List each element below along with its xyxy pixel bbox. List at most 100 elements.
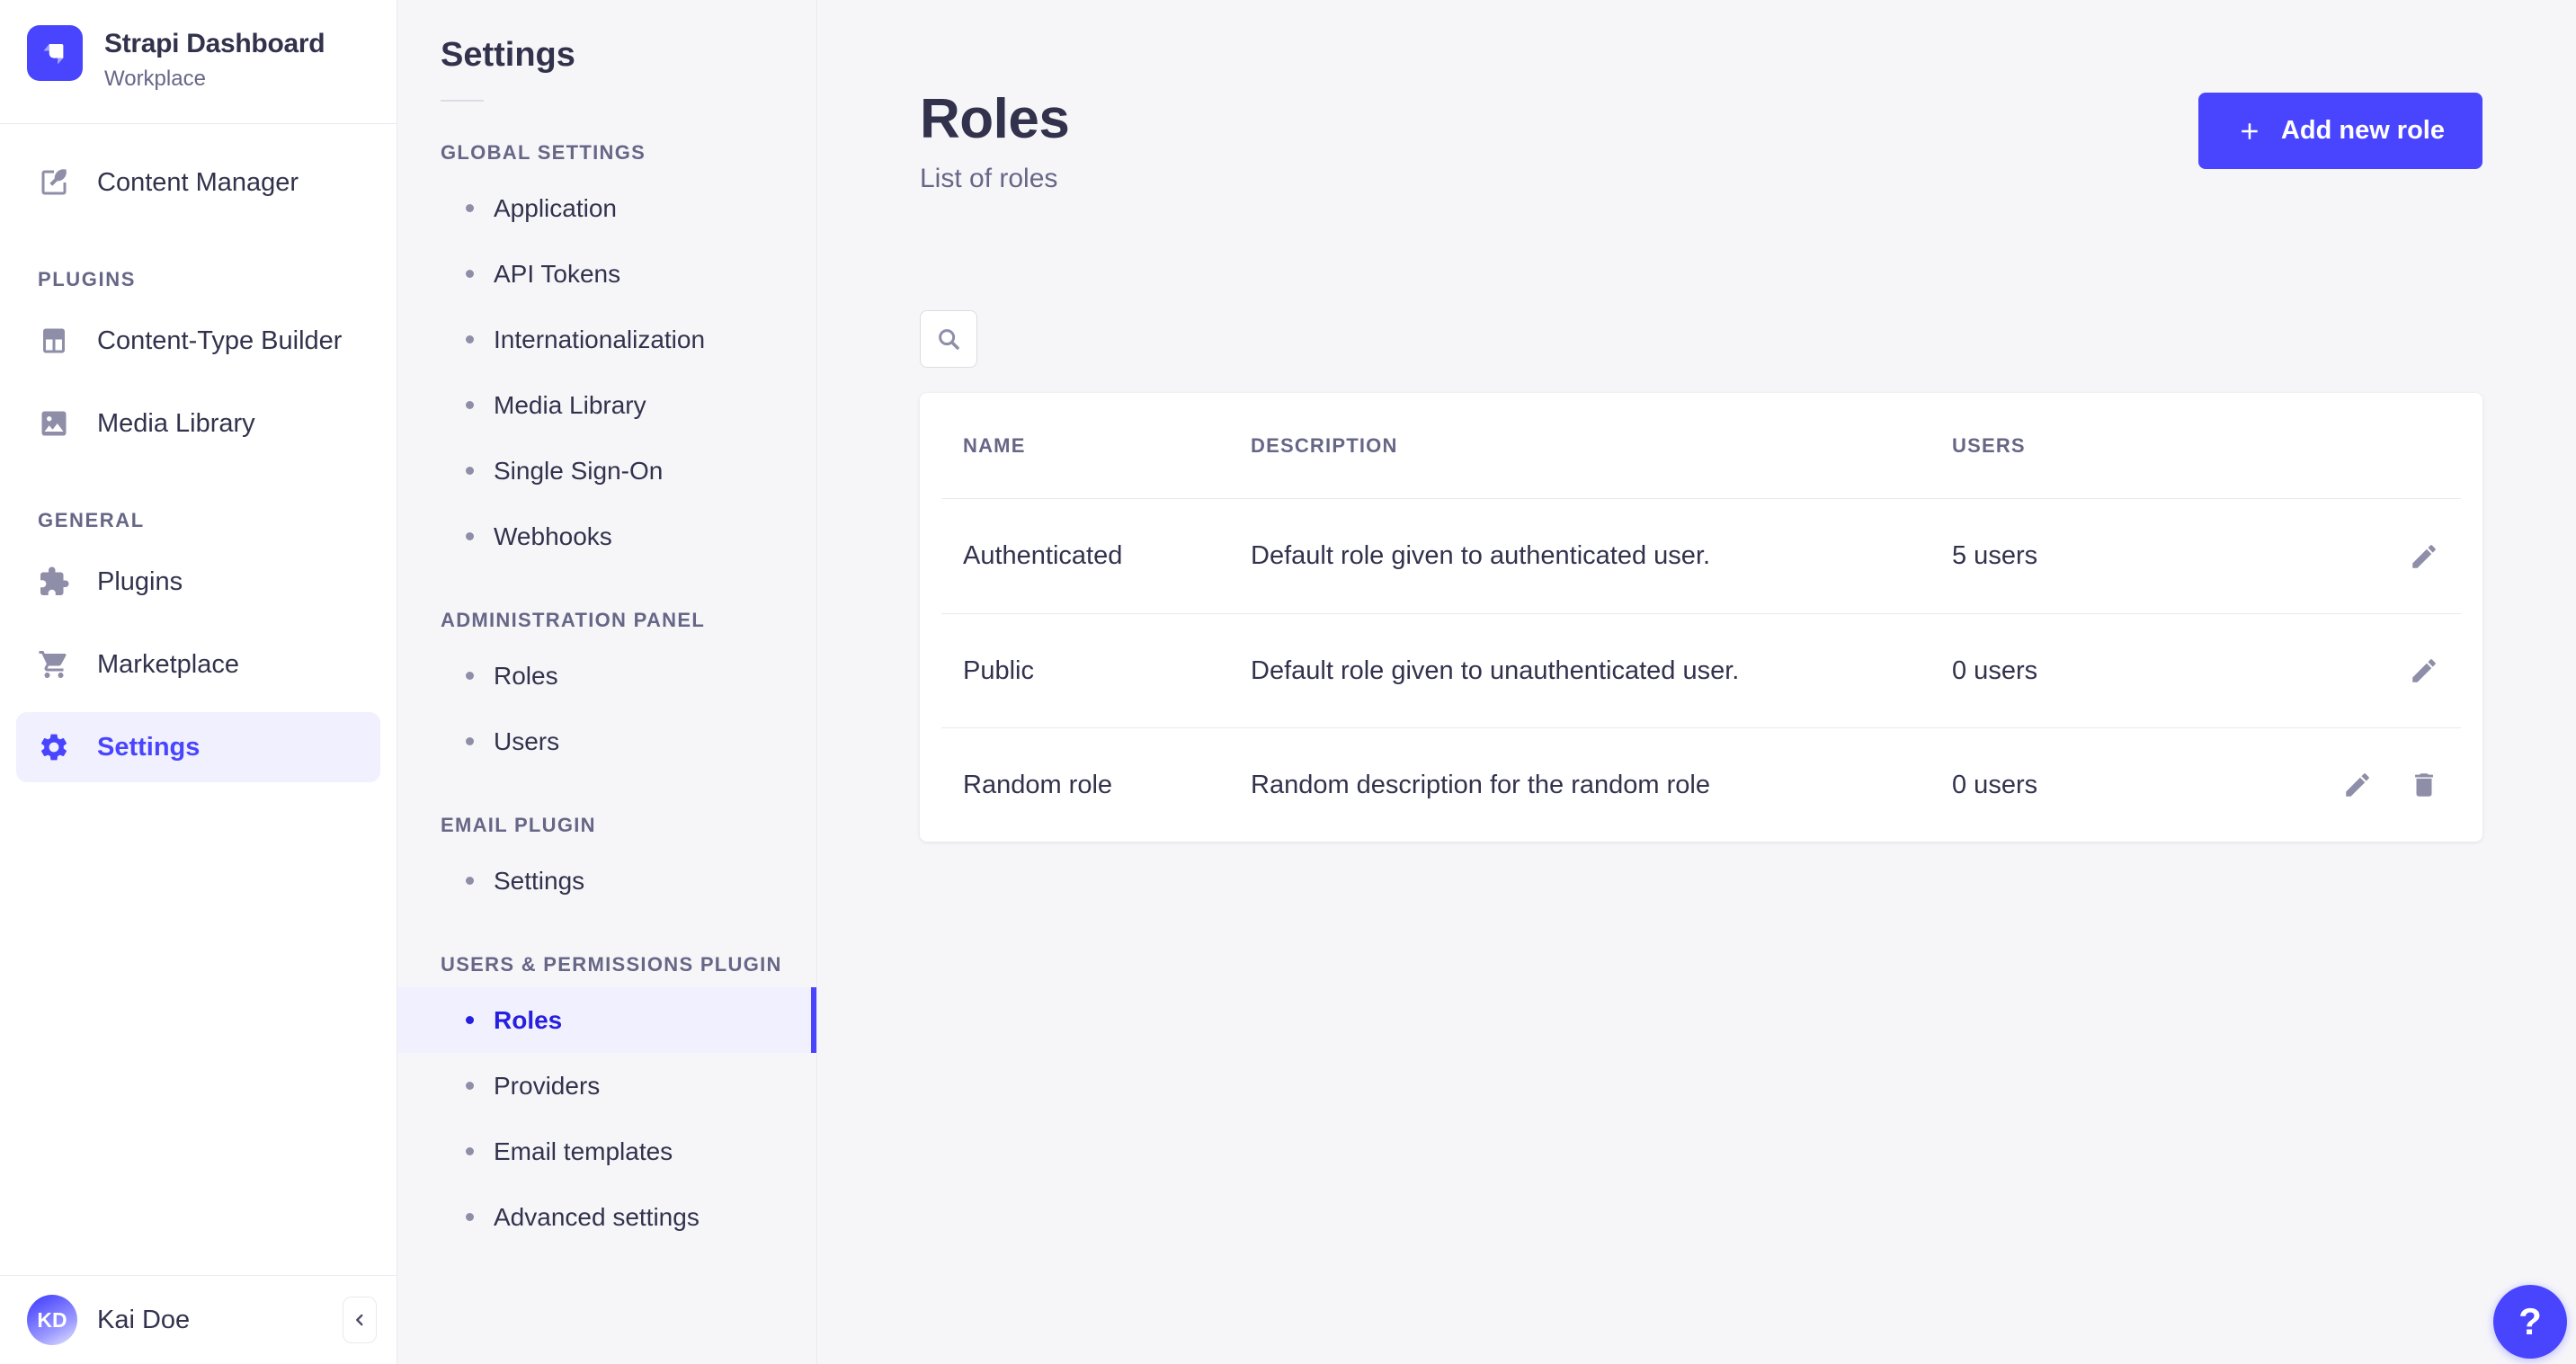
delete-role-button[interactable] (2409, 770, 2439, 800)
subnav-item-label: Email templates (494, 1137, 673, 1166)
subnav-item-label: Media Library (494, 391, 646, 420)
main-sidebar: Strapi Dashboard Workplace Content Manag… (0, 0, 397, 1364)
subnav-item-api-tokens[interactable]: API Tokens (397, 241, 816, 307)
role-description: Default role given to unauthenticated us… (1251, 656, 1952, 686)
role-name: Random role (963, 771, 1251, 800)
pencil-icon (2409, 541, 2439, 572)
search-button[interactable] (920, 310, 977, 368)
role-description: Random description for the random role (1251, 771, 1952, 800)
sidebar-item-plugins[interactable]: Plugins (16, 547, 380, 617)
add-new-role-button[interactable]: Add new role (2198, 93, 2482, 169)
strapi-dashboard: Strapi Dashboard Workplace Content Manag… (0, 0, 2576, 1364)
subnav-item-internationalization[interactable]: Internationalization (397, 307, 816, 372)
table-row[interactable]: Public Default role given to unauthentic… (941, 613, 2461, 727)
column-header-name: NAME (963, 434, 1251, 458)
row-actions (2321, 655, 2439, 686)
subnav-item-up-roles[interactable]: Roles (397, 987, 816, 1053)
subnav-item-label: Application (494, 194, 617, 223)
sidebar-item-label: Content-Type Builder (97, 326, 342, 356)
sidebar-item-marketplace[interactable]: Marketplace (16, 629, 380, 700)
help-button[interactable]: ? (2493, 1285, 2567, 1359)
role-description: Default role given to authenticated user… (1251, 541, 1952, 571)
page-title: Roles (920, 90, 1069, 149)
brand: Strapi Dashboard Workplace (0, 0, 397, 92)
strapi-logo-icon (27, 25, 83, 81)
section-label: GLOBAL SETTINGS (441, 141, 816, 165)
sidebar-item-label: Settings (97, 733, 200, 762)
main-nav: Content Manager PLUGINS Content-Type Bui… (0, 124, 397, 782)
pencil-icon (2342, 770, 2373, 800)
sidebar-item-label: Content Manager (97, 168, 299, 198)
column-header-users: USERS (1952, 434, 2321, 458)
sub-sidebar-title: Settings (441, 36, 816, 75)
collapse-sidebar-button[interactable] (343, 1297, 377, 1343)
role-users-count: 0 users (1952, 771, 2321, 800)
section-administration-panel: ADMINISTRATION PANEL Roles Users (397, 609, 816, 774)
edit-role-button[interactable] (2409, 541, 2439, 572)
puzzle-icon (38, 566, 70, 598)
subnav-item-label: Internationalization (494, 325, 705, 354)
sidebar-item-label: Plugins (97, 567, 183, 597)
table-row[interactable]: Random role Random description for the r… (941, 727, 2461, 842)
sidebar-item-settings[interactable]: Settings (16, 712, 380, 782)
sidebar-item-content-type-builder[interactable]: Content-Type Builder (16, 306, 380, 376)
table-header-row: NAME DESCRIPTION USERS (941, 393, 2461, 499)
subnav-item-providers[interactable]: Providers (397, 1053, 816, 1119)
section-label: EMAIL PLUGIN (441, 814, 816, 837)
page-subtitle: List of roles (920, 160, 1069, 198)
role-name: Public (963, 656, 1251, 686)
subnav-item-label: Single Sign-On (494, 457, 663, 486)
section-label: USERS & PERMISSIONS PLUGIN (441, 953, 816, 976)
subnav-item-label: Providers (494, 1072, 600, 1101)
subnav-item-webhooks[interactable]: Webhooks (397, 504, 816, 569)
chevron-left-icon (350, 1310, 370, 1330)
settings-sub-sidebar: Settings GLOBAL SETTINGS Application API… (397, 0, 817, 1364)
image-icon (38, 407, 70, 440)
question-mark-icon: ? (2518, 1300, 2542, 1343)
user-name: Kai Doe (97, 1306, 190, 1335)
table-row[interactable]: Authenticated Default role given to auth… (941, 499, 2461, 613)
plus-icon (2236, 118, 2263, 145)
section-global-settings: GLOBAL SETTINGS Application API Tokens I… (397, 141, 816, 569)
sidebar-item-label: Marketplace (97, 650, 239, 680)
sidebar-item-content-manager[interactable]: Content Manager (16, 147, 380, 218)
search-icon (935, 325, 962, 352)
section-label: ADMINISTRATION PANEL (441, 609, 816, 632)
add-new-role-label: Add new role (2281, 116, 2445, 146)
roles-table-inner: NAME DESCRIPTION USERS Authenticated Def… (941, 393, 2461, 842)
brand-text: Strapi Dashboard Workplace (104, 25, 325, 92)
subnav-item-email-templates[interactable]: Email templates (397, 1119, 816, 1184)
role-users-count: 5 users (1952, 541, 2321, 571)
app-title: Strapi Dashboard (104, 29, 325, 59)
roles-table: NAME DESCRIPTION USERS Authenticated Def… (920, 393, 2482, 842)
sidebar-item-media-library[interactable]: Media Library (16, 388, 380, 459)
trash-icon (2409, 770, 2439, 800)
edit-role-button[interactable] (2409, 655, 2439, 686)
role-name: Authenticated (963, 541, 1251, 571)
sidebar-footer: KD Kai Doe (0, 1275, 397, 1364)
page-title-block: Roles List of roles (920, 90, 1069, 198)
subnav-item-media-library[interactable]: Media Library (397, 372, 816, 438)
subnav-item-email-settings[interactable]: Settings (397, 848, 816, 914)
edit-role-button[interactable] (2342, 770, 2373, 800)
row-actions (2321, 541, 2439, 572)
subnav-item-label: Roles (494, 1006, 562, 1035)
subnav-item-admin-roles[interactable]: Roles (397, 643, 816, 709)
subnav-item-label: API Tokens (494, 260, 620, 289)
user-menu[interactable]: KD Kai Doe (0, 1276, 397, 1364)
subnav-item-label: Users (494, 727, 559, 756)
subnav-item-admin-users[interactable]: Users (397, 709, 816, 774)
role-users-count: 0 users (1952, 656, 2321, 686)
subnav-item-label: Roles (494, 662, 558, 691)
subnav-item-single-sign-on[interactable]: Single Sign-On (397, 438, 816, 504)
layout-icon (38, 325, 70, 357)
subnav-item-label: Settings (494, 867, 584, 896)
section-users-permissions-plugin: USERS & PERMISSIONS PLUGIN Roles Provide… (397, 953, 816, 1250)
subnav-item-advanced-settings[interactable]: Advanced settings (397, 1184, 816, 1250)
divider (441, 100, 484, 102)
sidebar-item-label: Media Library (97, 409, 255, 439)
subnav-item-application[interactable]: Application (397, 175, 816, 241)
sidebar-section-general: GENERAL (38, 509, 380, 532)
row-actions (2321, 770, 2439, 800)
sidebar-section-plugins: PLUGINS (38, 268, 380, 291)
